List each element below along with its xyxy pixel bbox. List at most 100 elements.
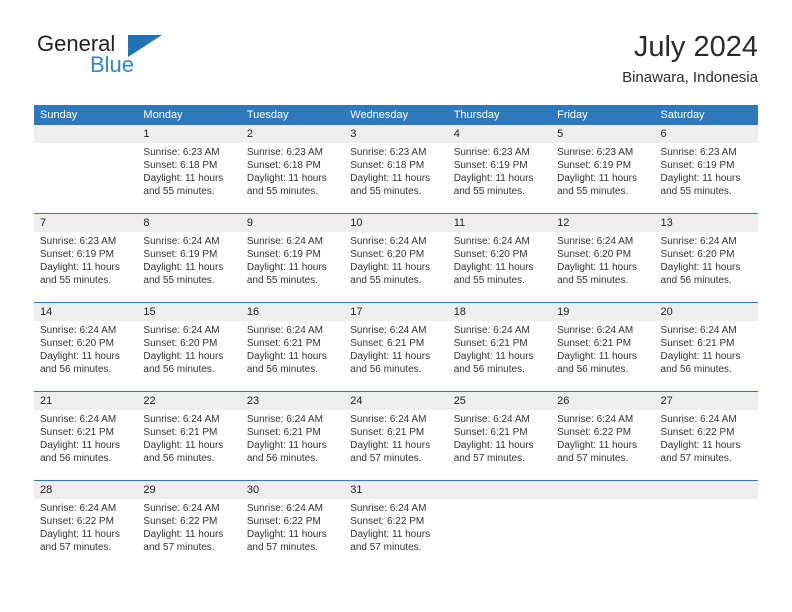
daylight-text-line1: Daylight: 11 hours — [660, 173, 741, 184]
day-cell[interactable] — [34, 143, 137, 213]
sunset-text: Sunset: 6:18 PM — [143, 160, 218, 171]
sunset-text: Sunset: 6:19 PM — [143, 249, 218, 260]
day-number[interactable]: 15 — [137, 303, 240, 321]
sunset-text: Sunset: 6:18 PM — [350, 160, 425, 171]
daylight-text-line1: Daylight: 11 hours — [660, 440, 741, 451]
day-cell[interactable]: Sunrise: 6:24 AM Sunset: 6:22 PM Dayligh… — [137, 499, 240, 571]
daylight-text-line1: Daylight: 11 hours — [350, 173, 431, 184]
day-number[interactable]: 6 — [655, 125, 758, 143]
day-cell[interactable] — [655, 499, 758, 571]
day-number[interactable]: 3 — [344, 125, 447, 143]
day-number[interactable]: 19 — [551, 303, 654, 321]
daylight-text-line1: Daylight: 11 hours — [350, 440, 431, 451]
day-cell[interactable]: Sunrise: 6:24 AM Sunset: 6:21 PM Dayligh… — [344, 321, 447, 391]
day-number[interactable]: 16 — [241, 303, 344, 321]
day-number[interactable]: 30 — [241, 481, 344, 499]
day-cell[interactable]: Sunrise: 6:24 AM Sunset: 6:19 PM Dayligh… — [241, 232, 344, 302]
day-number[interactable]: 9 — [241, 214, 344, 232]
day-number[interactable]: 12 — [551, 214, 654, 232]
day-cell[interactable]: Sunrise: 6:24 AM Sunset: 6:21 PM Dayligh… — [241, 321, 344, 391]
day-cell[interactable]: Sunrise: 6:24 AM Sunset: 6:22 PM Dayligh… — [241, 499, 344, 571]
daylight-text-line1: Daylight: 11 hours — [557, 440, 637, 451]
daylight-text-line1: Daylight: 11 hours — [246, 262, 327, 273]
day-number[interactable]: 26 — [551, 392, 654, 410]
day-number[interactable]: 20 — [655, 303, 758, 321]
day-number[interactable]: 21 — [34, 392, 137, 410]
day-cell[interactable]: Sunrise: 6:23 AM Sunset: 6:19 PM Dayligh… — [448, 143, 551, 213]
weekday-header-wednesday: Wednesday — [350, 109, 409, 121]
day-cell[interactable]: Sunrise: 6:24 AM Sunset: 6:20 PM Dayligh… — [34, 321, 137, 391]
sunrise-text: Sunrise: 6:24 AM — [453, 325, 530, 336]
day-cell[interactable]: Sunrise: 6:24 AM Sunset: 6:20 PM Dayligh… — [551, 232, 654, 302]
calendar-week-row: 14 15 16 17 18 19 20 Sunrise: 6:24 AM Su… — [34, 303, 758, 392]
sunrise-text: Sunrise: 6:23 AM — [453, 147, 530, 158]
day-number[interactable]: 13 — [655, 214, 758, 232]
day-cell[interactable]: Sunrise: 6:24 AM Sunset: 6:21 PM Dayligh… — [551, 321, 654, 391]
day-cell[interactable]: Sunrise: 6:24 AM Sunset: 6:22 PM Dayligh… — [34, 499, 137, 571]
day-number[interactable]: 2 — [241, 125, 344, 143]
day-number[interactable]: 14 — [34, 303, 137, 321]
daylight-text-line1: Daylight: 11 hours — [453, 351, 534, 362]
sunset-text: Sunset: 6:22 PM — [660, 427, 735, 438]
day-number[interactable]: 24 — [344, 392, 447, 410]
daylight-text-line2: and 56 minutes. — [40, 453, 112, 464]
day-number[interactable]: 31 — [344, 481, 447, 499]
sunset-text: Sunset: 6:21 PM — [453, 427, 528, 438]
day-number[interactable]: 11 — [448, 214, 551, 232]
day-number[interactable]: 4 — [448, 125, 551, 143]
day-number[interactable]: 29 — [137, 481, 240, 499]
day-cell[interactable]: Sunrise: 6:24 AM Sunset: 6:22 PM Dayligh… — [344, 499, 447, 571]
day-cell[interactable]: Sunrise: 6:24 AM Sunset: 6:21 PM Dayligh… — [448, 321, 551, 391]
day-number[interactable]: 22 — [137, 392, 240, 410]
daylight-text-line2: and 55 minutes. — [557, 275, 629, 286]
day-cell[interactable]: Sunrise: 6:24 AM Sunset: 6:21 PM Dayligh… — [344, 410, 447, 480]
page-title: July 2024 — [633, 31, 758, 63]
daylight-text-line2: and 57 minutes. — [350, 542, 422, 553]
day-cell[interactable]: Sunrise: 6:24 AM Sunset: 6:22 PM Dayligh… — [551, 410, 654, 480]
day-number[interactable]: 5 — [551, 125, 654, 143]
day-number[interactable]: 23 — [241, 392, 344, 410]
day-number[interactable]: 17 — [344, 303, 447, 321]
day-cell[interactable]: Sunrise: 6:23 AM Sunset: 6:19 PM Dayligh… — [34, 232, 137, 302]
day-number[interactable]: 10 — [344, 214, 447, 232]
day-cell[interactable]: Sunrise: 6:24 AM Sunset: 6:21 PM Dayligh… — [34, 410, 137, 480]
day-cell[interactable]: Sunrise: 6:24 AM Sunset: 6:20 PM Dayligh… — [655, 232, 758, 302]
day-cell[interactable]: Sunrise: 6:23 AM Sunset: 6:18 PM Dayligh… — [137, 143, 240, 213]
day-cell[interactable] — [551, 499, 654, 571]
daylight-text-line2: and 57 minutes. — [40, 542, 112, 553]
day-cell[interactable]: Sunrise: 6:24 AM Sunset: 6:20 PM Dayligh… — [448, 232, 551, 302]
day-cell[interactable]: Sunrise: 6:24 AM Sunset: 6:19 PM Dayligh… — [137, 232, 240, 302]
day-number[interactable]: 1 — [137, 125, 240, 143]
day-number[interactable]: 18 — [448, 303, 551, 321]
day-cell[interactable]: Sunrise: 6:24 AM Sunset: 6:20 PM Dayligh… — [344, 232, 447, 302]
day-number[interactable] — [448, 481, 551, 499]
sunrise-text: Sunrise: 6:23 AM — [246, 147, 323, 158]
weekday-header-sunday: Sunday — [40, 109, 78, 121]
day-cell[interactable]: Sunrise: 6:23 AM Sunset: 6:18 PM Dayligh… — [241, 143, 344, 213]
daylight-text-line1: Daylight: 11 hours — [143, 529, 224, 540]
day-cell[interactable]: Sunrise: 6:24 AM Sunset: 6:21 PM Dayligh… — [137, 410, 240, 480]
daylight-text-line2: and 55 minutes. — [246, 186, 319, 197]
day-number[interactable] — [655, 481, 758, 499]
day-number[interactable]: 7 — [34, 214, 137, 232]
day-number[interactable] — [34, 125, 137, 143]
day-cell[interactable]: Sunrise: 6:23 AM Sunset: 6:19 PM Dayligh… — [655, 143, 758, 213]
day-cell[interactable]: Sunrise: 6:24 AM Sunset: 6:20 PM Dayligh… — [137, 321, 240, 391]
day-cell[interactable]: Sunrise: 6:24 AM Sunset: 6:21 PM Dayligh… — [448, 410, 551, 480]
day-cell[interactable]: Sunrise: 6:24 AM Sunset: 6:21 PM Dayligh… — [241, 410, 344, 480]
daylight-text-line1: Daylight: 11 hours — [660, 262, 741, 273]
logo-text-blue: Blue — [90, 52, 135, 77]
day-cell[interactable]: Sunrise: 6:24 AM Sunset: 6:22 PM Dayligh… — [655, 410, 758, 480]
day-number[interactable]: 28 — [34, 481, 137, 499]
day-cell[interactable]: Sunrise: 6:23 AM Sunset: 6:18 PM Dayligh… — [344, 143, 447, 213]
day-number[interactable]: 27 — [655, 392, 758, 410]
day-number[interactable]: 8 — [137, 214, 240, 232]
day-cell[interactable]: Sunrise: 6:24 AM Sunset: 6:21 PM Dayligh… — [655, 321, 758, 391]
day-number[interactable] — [551, 481, 654, 499]
sunrise-text: Sunrise: 6:24 AM — [350, 325, 427, 336]
daylight-text-line1: Daylight: 11 hours — [143, 262, 224, 273]
sunrise-text: Sunrise: 6:23 AM — [143, 147, 220, 158]
day-number[interactable]: 25 — [448, 392, 551, 410]
day-cell[interactable]: Sunrise: 6:23 AM Sunset: 6:19 PM Dayligh… — [551, 143, 654, 213]
day-cell[interactable] — [448, 499, 551, 571]
